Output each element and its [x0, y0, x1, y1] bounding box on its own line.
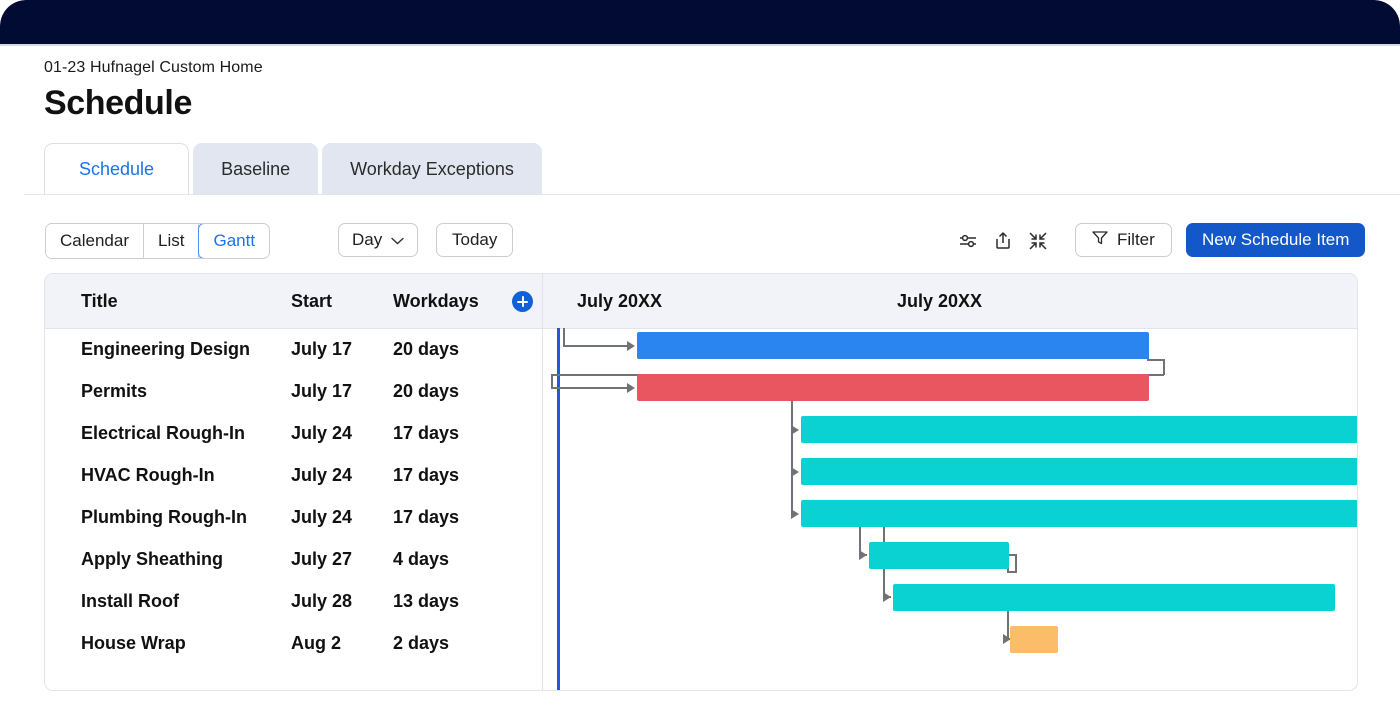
cell-workdays: 20 days: [393, 381, 459, 402]
tab-bar: Schedule Baseline Workday Exceptions: [44, 143, 546, 195]
dependency-arrow: [627, 341, 635, 351]
zoom-level-select[interactable]: Day: [338, 223, 418, 257]
tab-bar-divider: [24, 194, 1400, 195]
schedule-grid: Title Start Workdays July 20XX July 20XX…: [44, 273, 1358, 691]
settings-sliders-icon[interactable]: [955, 228, 981, 254]
cell-start: July 27: [291, 549, 352, 570]
cell-workdays: 13 days: [393, 591, 459, 612]
timeline-header-month-2: July 20XX: [897, 274, 982, 328]
table-row[interactable]: Apply Sheathing July 27 4 days: [45, 538, 542, 580]
cell-title: Engineering Design: [81, 339, 250, 360]
cell-start: July 17: [291, 339, 352, 360]
cell-title: Plumbing Rough-In: [81, 507, 247, 528]
dependency-arrow: [791, 467, 799, 477]
table-row[interactable]: House Wrap Aug 2 2 days: [45, 622, 542, 664]
grid-header-row: [45, 274, 1357, 329]
gantt-bar-install-roof[interactable]: [893, 584, 1335, 611]
view-list-button[interactable]: List: [144, 224, 199, 258]
dependency-link: [563, 328, 565, 346]
dependency-arrow: [627, 383, 635, 393]
dependency-link: [551, 374, 553, 388]
cell-start: July 24: [291, 507, 352, 528]
gantt-bar-hvac-rough-in[interactable]: [801, 458, 1357, 485]
cell-title: Install Roof: [81, 591, 179, 612]
dependency-link: [551, 387, 627, 389]
column-header-workdays[interactable]: Workdays: [393, 274, 479, 328]
dependency-link: [563, 345, 627, 347]
zoom-level-label: Day: [352, 230, 382, 250]
cell-start: Aug 2: [291, 633, 341, 654]
cell-start: July 24: [291, 465, 352, 486]
cell-title: Electrical Rough-In: [81, 423, 245, 444]
gantt-bar-engineering-design[interactable]: [637, 332, 1149, 359]
view-gantt-button[interactable]: Gantt: [198, 223, 270, 259]
cell-workdays: 17 days: [393, 507, 459, 528]
today-label: Today: [452, 230, 497, 250]
cell-title: HVAC Rough-In: [81, 465, 215, 486]
view-calendar-button[interactable]: Calendar: [46, 224, 144, 258]
dependency-link: [1163, 359, 1165, 375]
tab-schedule[interactable]: Schedule: [44, 143, 189, 195]
share-icon[interactable]: [990, 228, 1016, 254]
cell-workdays: 17 days: [393, 423, 459, 444]
filter-button[interactable]: Filter: [1075, 223, 1172, 257]
cell-workdays: 4 days: [393, 549, 449, 570]
gantt-bar-house-wrap[interactable]: [1010, 626, 1058, 653]
cell-title: House Wrap: [81, 633, 186, 654]
cell-start: July 28: [291, 591, 352, 612]
table-row[interactable]: Plumbing Rough-In July 24 17 days: [45, 496, 542, 538]
gantt-bar-plumbing-rough-in[interactable]: [801, 500, 1357, 527]
gantt-bar-permits[interactable]: [637, 374, 1149, 401]
topbar-divider: [0, 44, 1400, 46]
dependency-arrow: [791, 509, 799, 519]
task-rows: Engineering Design July 17 20 days Permi…: [45, 328, 542, 664]
dependency-arrow: [859, 550, 867, 560]
gantt-bar-electrical-rough-in[interactable]: [801, 416, 1357, 443]
dependency-link: [1015, 555, 1017, 573]
timeline-header-month-1: July 20XX: [577, 274, 662, 328]
dependency-arrow: [883, 592, 891, 602]
cell-title: Permits: [81, 381, 147, 402]
filter-label: Filter: [1117, 230, 1155, 250]
cell-title: Apply Sheathing: [81, 549, 223, 570]
cell-workdays: 2 days: [393, 633, 449, 654]
filter-funnel-icon: [1092, 230, 1108, 250]
dependency-arrow: [791, 425, 799, 435]
add-column-button[interactable]: [512, 291, 533, 312]
chevron-down-icon: [391, 230, 404, 250]
table-row[interactable]: Electrical Rough-In July 24 17 days: [45, 412, 542, 454]
cell-start: July 17: [291, 381, 352, 402]
today-button[interactable]: Today: [436, 223, 513, 257]
cell-workdays: 17 days: [393, 465, 459, 486]
today-marker-line: [557, 328, 560, 690]
page-title: Schedule: [44, 84, 192, 123]
view-mode-segmented-control: Calendar List Gantt: [45, 223, 270, 259]
schedule-app: 01-23 Hufnagel Custom Home Schedule Sche…: [0, 0, 1400, 711]
tab-workday-exceptions[interactable]: Workday Exceptions: [322, 143, 542, 195]
column-header-title[interactable]: Title: [81, 274, 118, 328]
new-schedule-item-button[interactable]: New Schedule Item: [1186, 223, 1365, 257]
table-row[interactable]: Permits July 17 20 days: [45, 370, 542, 412]
top-navigation-bar: [0, 0, 1400, 44]
column-header-start[interactable]: Start: [291, 274, 332, 328]
table-row[interactable]: Engineering Design July 17 20 days: [45, 328, 542, 370]
cell-workdays: 20 days: [393, 339, 459, 360]
tab-baseline[interactable]: Baseline: [193, 143, 318, 195]
table-row[interactable]: HVAC Rough-In July 24 17 days: [45, 454, 542, 496]
table-row[interactable]: Install Roof July 28 13 days: [45, 580, 542, 622]
gantt-chart: [543, 328, 1357, 690]
cell-start: July 24: [291, 423, 352, 444]
collapse-icon[interactable]: [1025, 228, 1051, 254]
dependency-link: [791, 400, 793, 510]
gantt-bar-apply-sheathing[interactable]: [869, 542, 1009, 569]
breadcrumb[interactable]: 01-23 Hufnagel Custom Home: [44, 59, 263, 77]
